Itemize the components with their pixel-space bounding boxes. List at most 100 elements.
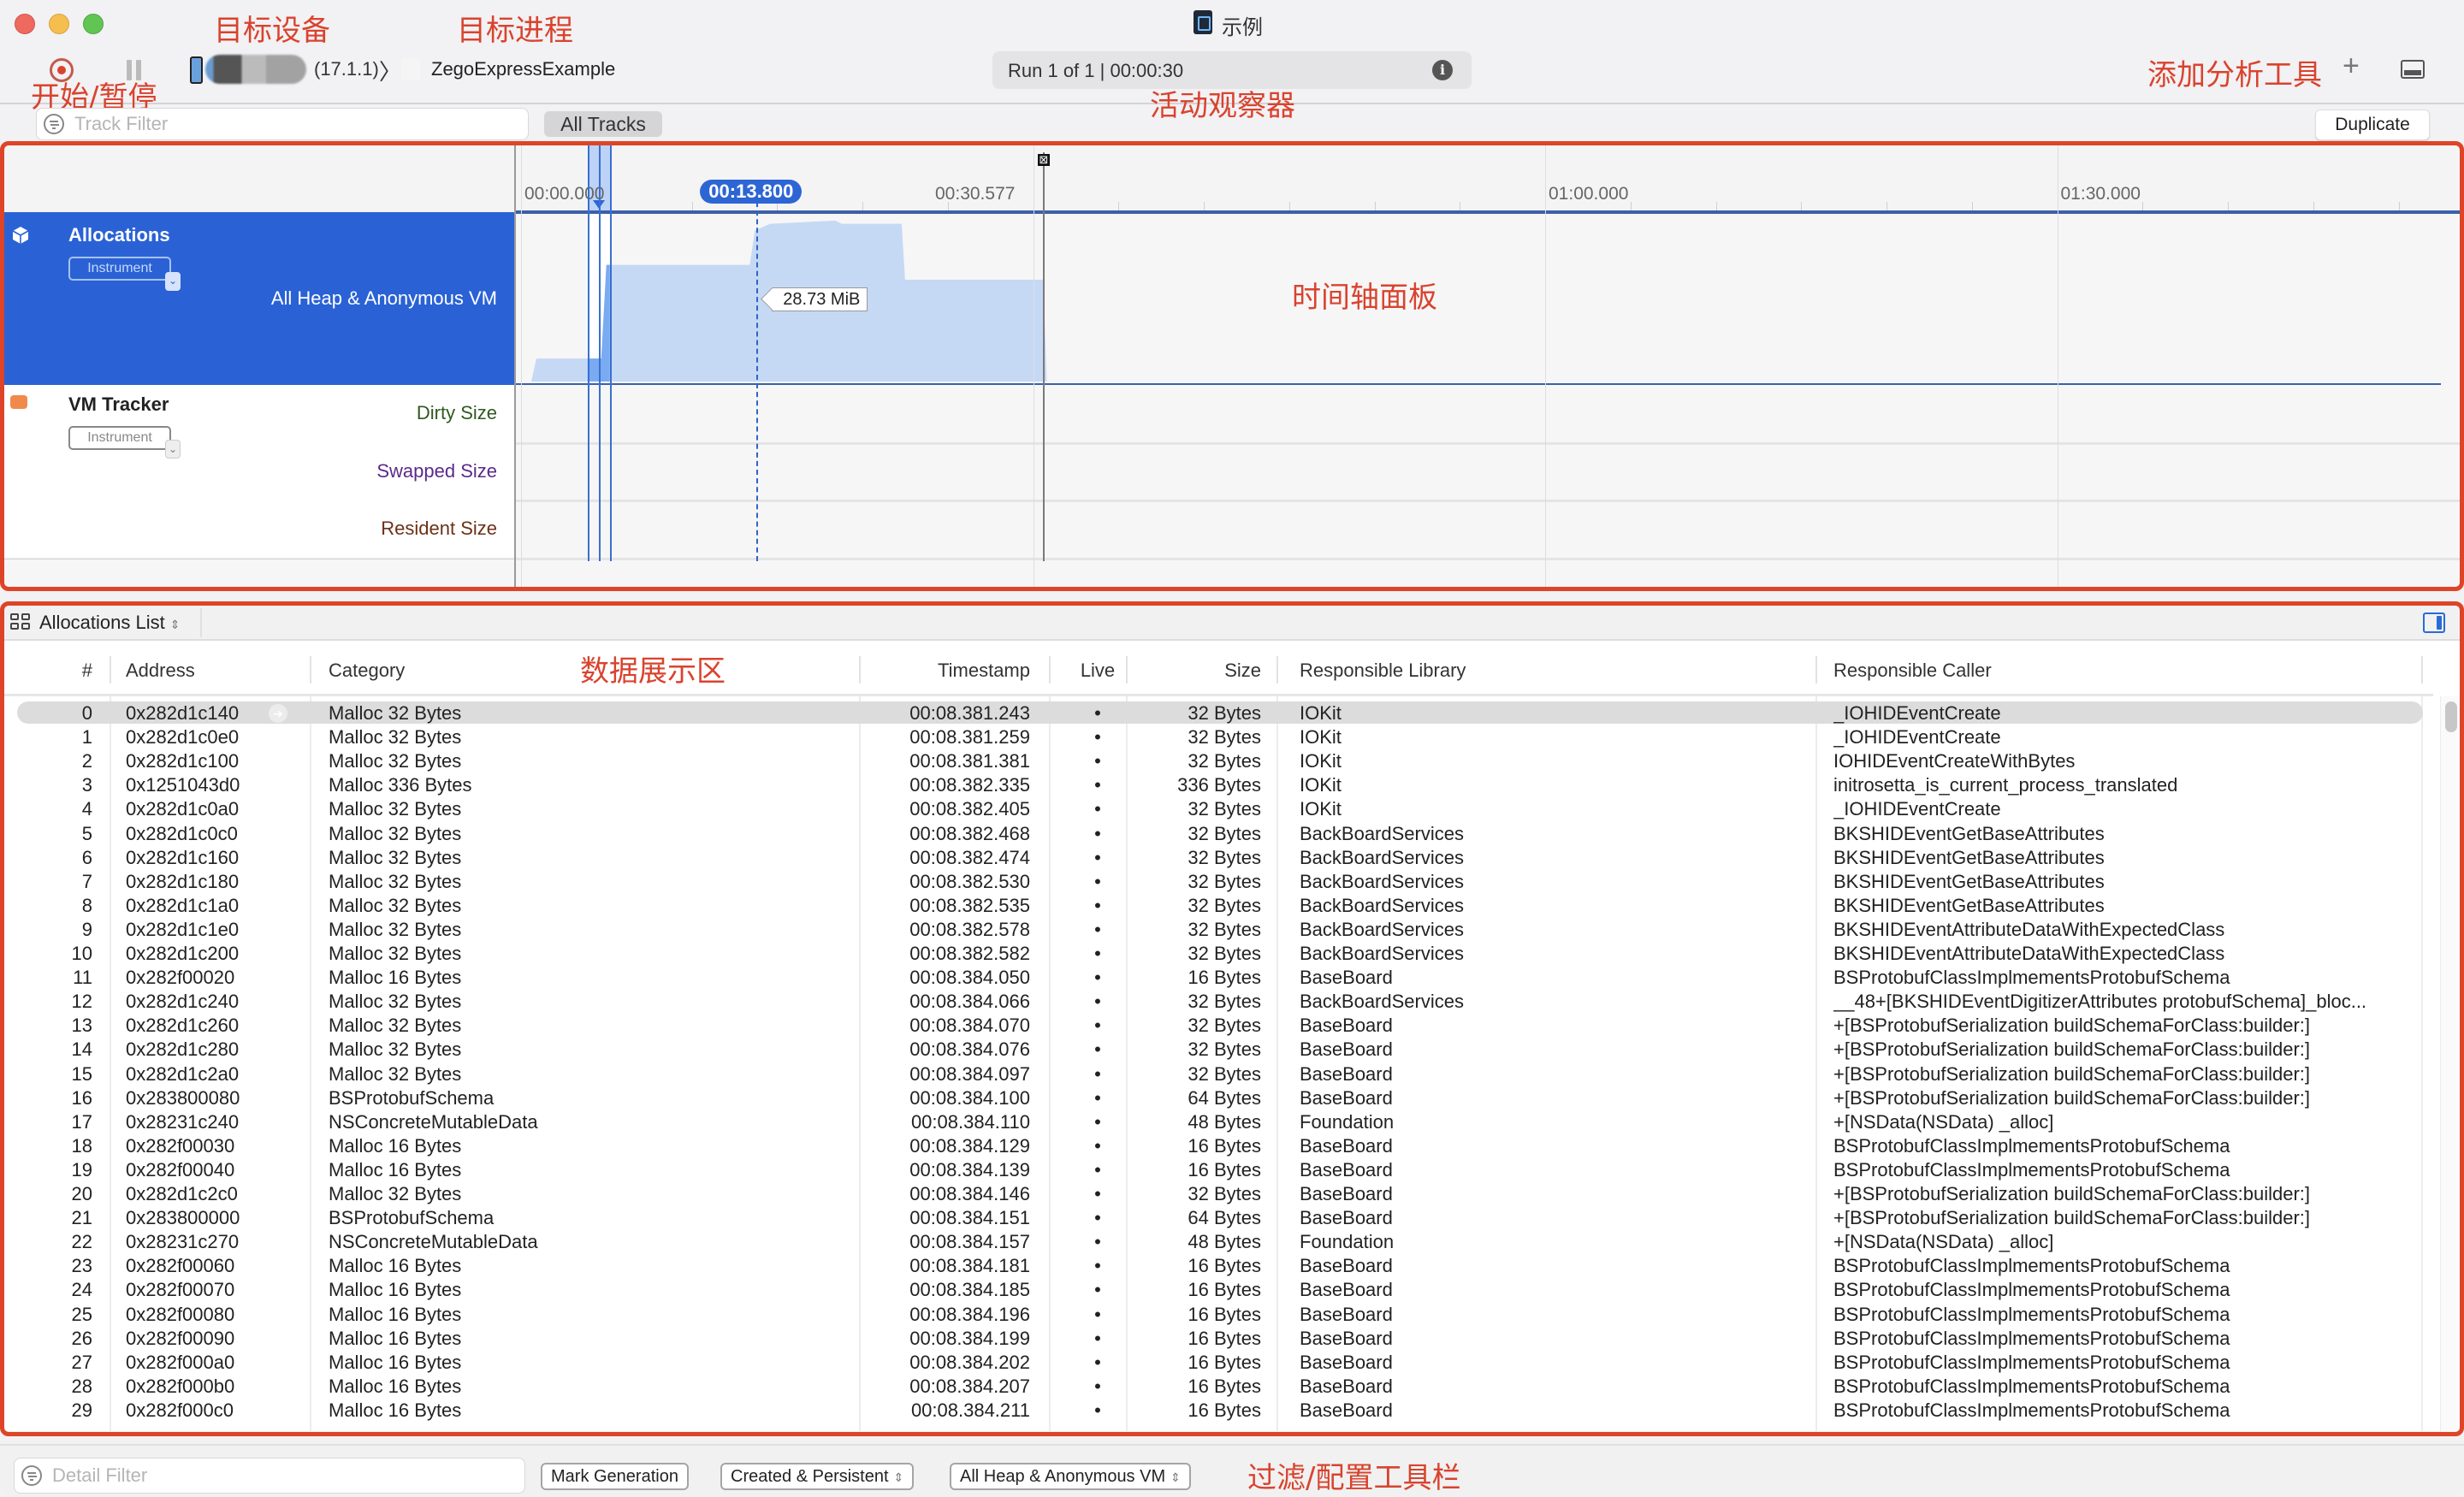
vertical-scrollbar-track[interactable] <box>2440 696 2461 1431</box>
add-instrument-button[interactable]: + <box>2343 50 2360 83</box>
cell-address: 0x282d1c1a0 <box>126 894 240 916</box>
table-row[interactable]: 6 0x282d1c160 Malloc 32 Bytes 00:08.382.474… <box>3 846 2433 870</box>
selection-end-line[interactable] <box>609 145 612 561</box>
cell-responsible-caller: BSProtobufClassImplmementsProtobufSchema <box>1833 1134 2230 1157</box>
column-resize-handle[interactable] <box>310 656 311 683</box>
device-phone-icon[interactable] <box>190 56 203 84</box>
table-row[interactable]: 24 0x282f00070 Malloc 16 Bytes 00:08.384.18… <box>3 1278 2433 1302</box>
instrument-chip[interactable]: Instrument <box>68 426 171 450</box>
track-filter-field[interactable]: Track Filter <box>36 108 529 140</box>
table-row[interactable]: 9 0x282d1c1e0 Malloc 32 Bytes 00:08.382.578… <box>3 918 2433 942</box>
cell-index: 24 <box>71 1279 92 1301</box>
cell-responsible-caller: +[BSProtobufSerialization buildSchemaFor… <box>1833 1086 2311 1109</box>
column-resize-handle[interactable] <box>2421 656 2423 683</box>
cell-index: 22 <box>71 1231 92 1253</box>
allocation-type-select[interactable]: All Heap & Anonymous VM ⇕ <box>950 1463 1191 1490</box>
track-header-divider[interactable] <box>514 145 516 587</box>
table-row[interactable]: 8 0x282d1c1a0 Malloc 32 Bytes 00:08.382.535… <box>3 894 2433 918</box>
cell-responsible-caller: +[NSData(NSData) _alloc] <box>1833 1231 2054 1253</box>
table-row[interactable]: 10 0x282d1c200 Malloc 32 Bytes 00:08.382.58… <box>3 942 2433 966</box>
table-row[interactable]: 15 0x282d1c2a0 Malloc 32 Bytes 00:08.384.09… <box>3 1062 2433 1086</box>
close-window-button[interactable] <box>15 14 35 34</box>
column-header-responsible-caller[interactable]: Responsible Caller <box>1833 660 2415 682</box>
lifespan-select[interactable]: Created & Persistent ⇕ <box>720 1463 915 1490</box>
table-row[interactable]: 23 0x282f00060 Malloc 16 Bytes 00:08.384.18… <box>3 1254 2433 1278</box>
track-header-vm-tracker[interactable]: VM Tracker Instrument ⌄ Dirty Size Swapp… <box>3 385 514 561</box>
table-row[interactable]: 1 0x282d1c0e0 Malloc 32 Bytes 00:08.381.259… <box>3 725 2433 749</box>
column-resize-handle[interactable] <box>859 656 861 683</box>
table-row[interactable]: 26 0x282f00090 Malloc 16 Bytes 00:08.384.19… <box>3 1327 2433 1351</box>
table-row[interactable]: 12 0x282d1c240 Malloc 32 Bytes 00:08.384.06… <box>3 990 2433 1014</box>
selection-mid-line[interactable] <box>598 145 601 561</box>
track-header-allocations[interactable]: Allocations Instrument ⌄ All Heap & Anon… <box>3 212 514 385</box>
cell-timestamp: 00:08.384.181 <box>909 1255 1030 1277</box>
column-resize-handle[interactable] <box>1815 656 1817 683</box>
column-header-timestamp[interactable]: Timestamp <box>876 660 1030 682</box>
cell-responsible-library: BackBoardServices <box>1300 943 1464 964</box>
table-row[interactable]: 28 0x282f000b0 Malloc 16 Bytes 00:08.384.20… <box>3 1375 2433 1399</box>
table-row[interactable]: 14 0x282d1c280 Malloc 32 Bytes 00:08.384.07… <box>3 1038 2433 1062</box>
app-icon <box>401 58 420 80</box>
vertical-scrollbar-thumb[interactable] <box>2445 701 2457 732</box>
column-header-size[interactable]: Size <box>1128 660 1261 682</box>
table-row[interactable]: 4 0x282d1c0a0 Malloc 32 Bytes 00:08.382.405… <box>3 797 2433 821</box>
cell-timestamp: 00:08.384.129 <box>909 1134 1030 1157</box>
table-row[interactable]: 13 0x282d1c260 Malloc 32 Bytes 00:08.384.07… <box>3 1014 2433 1038</box>
table-row[interactable]: 22 0x28231c270 NSConcreteMutableData 00:08.… <box>3 1230 2433 1254</box>
table-row[interactable]: 5 0x282d1c0c0 Malloc 32 Bytes 00:08.382.468… <box>3 822 2433 846</box>
time-ruler[interactable]: 00:00.000 00:30.577 01:00.000 01:30.000 <box>3 145 2461 212</box>
track-top-border <box>516 210 2461 214</box>
column-resize-handle[interactable] <box>1276 656 1278 683</box>
detail-view-selector[interactable]: Allocations List ⇕ <box>39 612 180 634</box>
column-resize-handle[interactable] <box>110 656 111 683</box>
table-row[interactable]: 21 0x283800000 BSProtobufSchema 00:08.384.1… <box>3 1206 2433 1230</box>
all-tracks-button[interactable]: All Tracks <box>544 111 662 137</box>
table-row[interactable]: 2 0x282d1c100 Malloc 32 Bytes 00:08.381.381… <box>3 749 2433 773</box>
cell-index: 12 <box>71 991 92 1013</box>
chevron-down-icon[interactable]: ⌄ <box>165 272 181 291</box>
selection-start-line[interactable] <box>587 145 589 561</box>
column-header-responsible-library[interactable]: Responsible Library <box>1300 660 1830 682</box>
chevron-down-icon[interactable]: ⌄ <box>165 440 181 459</box>
cell-responsible-library: BaseBoard <box>1300 1255 1393 1277</box>
instrument-chip[interactable]: Instrument <box>68 257 171 281</box>
table-row[interactable]: 7 0x282d1c180 Malloc 32 Bytes 00:08.382.530… <box>3 870 2433 894</box>
lifespan-select-value: Created & Persistent <box>731 1467 889 1486</box>
table-row[interactable]: 16 0x283800080 BSProtobufSchema 00:08.384.1… <box>3 1086 2433 1110</box>
vm-tracker-graph-area[interactable] <box>516 385 2461 561</box>
table-row[interactable]: 11 0x282f00020 Malloc 16 Bytes 00:08.384.05… <box>3 966 2433 990</box>
info-icon[interactable]: i <box>1432 60 1453 80</box>
table-row[interactable]: 3 0x1251043d0 Malloc 336 Bytes 00:08.382.33… <box>3 773 2433 797</box>
duplicate-button[interactable]: Duplicate <box>2315 109 2430 140</box>
cell-index: 25 <box>71 1303 92 1325</box>
cell-index: 13 <box>71 1015 92 1037</box>
table-row[interactable]: 19 0x282f00040 Malloc 16 Bytes 00:08.384.13… <box>3 1158 2433 1182</box>
cell-address: 0x282d1c200 <box>126 943 240 964</box>
table-row[interactable]: 18 0x282f00030 Malloc 16 Bytes 00:08.384.12… <box>3 1134 2433 1158</box>
toggle-inspector-icon[interactable] <box>2423 612 2445 633</box>
playhead-time-badge[interactable]: 00:13.800 <box>700 180 803 204</box>
column-header-index[interactable]: # <box>3 660 92 682</box>
detail-filter-field[interactable]: Detail Filter <box>14 1458 525 1494</box>
ruler-tick-label: 01:30.000 <box>2060 184 2141 204</box>
device-name-redacted[interactable] <box>205 55 306 84</box>
minimize-window-button[interactable] <box>49 14 69 34</box>
cell-responsible-caller: BSProtobufClassImplmementsProtobufSchema <box>1833 1351 2230 1373</box>
table-row[interactable]: 20 0x282d1c2c0 Malloc 32 Bytes 00:08.384.14… <box>3 1182 2433 1206</box>
lane-label-swapped-size: Swapped Size <box>376 460 497 482</box>
column-header-address[interactable]: Address <box>126 660 314 682</box>
mark-generation-button[interactable]: Mark Generation <box>541 1463 689 1490</box>
table-row[interactable]: 29 0x282f000c0 Malloc 16 Bytes 00:08.384.21… <box>3 1399 2433 1423</box>
cell-index: 21 <box>71 1207 92 1229</box>
table-row[interactable]: 17 0x28231c240 NSConcreteMutableData 00:08.… <box>3 1110 2433 1134</box>
cell-responsible-library: BaseBoard <box>1300 1038 1393 1061</box>
track-name: VM Tracker <box>68 393 169 415</box>
zoom-window-button[interactable] <box>83 14 104 34</box>
table-row[interactable]: ➔ 0 0x282d1c140 Malloc 32 Bytes 00:08.381.24… <box>3 701 2433 725</box>
table-row[interactable]: 27 0x282f000a0 Malloc 16 Bytes 00:08.384.20… <box>3 1351 2433 1375</box>
target-process-selector[interactable]: ZegoExpressExample <box>431 58 615 80</box>
table-row[interactable]: 25 0x282f00080 Malloc 16 Bytes 00:08.384.19… <box>3 1303 2433 1327</box>
inspection-head-line[interactable] <box>756 202 759 561</box>
toggle-panel-icon[interactable] <box>2401 60 2425 79</box>
device-os-version[interactable]: (17.1.1) <box>314 58 379 80</box>
